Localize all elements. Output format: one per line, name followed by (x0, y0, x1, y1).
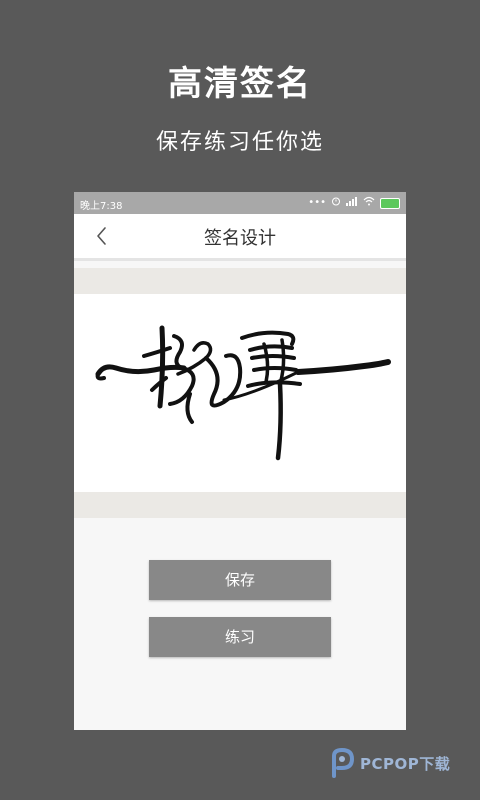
wifi-icon (363, 196, 375, 210)
promo-title: 高清签名 (168, 64, 312, 104)
signature-area (74, 268, 406, 518)
save-button[interactable]: 保存 (149, 560, 331, 600)
app-title: 签名设计 (204, 228, 276, 249)
status-icons: ••• (308, 196, 400, 210)
battery-icon (380, 197, 400, 209)
status-time: 晚上7:38 (80, 201, 123, 212)
watermark-text: PCPOP下载 (360, 754, 451, 773)
practice-button[interactable]: 练习 (149, 617, 331, 657)
signature-image (95, 325, 391, 461)
phone-screen: 晚上7:38 ••• 签名设计 保存 练习 (74, 192, 406, 730)
more-dots-icon: ••• (308, 197, 326, 208)
screenshot-page: 高清签名 保存练习任你选 晚上7:38 ••• 签名设计 保存 练习 PCPOP… (0, 0, 480, 800)
promo-subtitle: 保存练习任你选 (155, 130, 324, 155)
alarm-icon (331, 196, 341, 210)
signal-icon (346, 196, 358, 210)
signature-paper (74, 294, 406, 492)
pcpop-watermark: PCPOP下载 (328, 748, 450, 778)
app-bar: 签名设计 (74, 214, 406, 261)
status-bar: 晚上7:38 ••• (74, 192, 406, 214)
pcpop-logo-icon (332, 748, 355, 778)
